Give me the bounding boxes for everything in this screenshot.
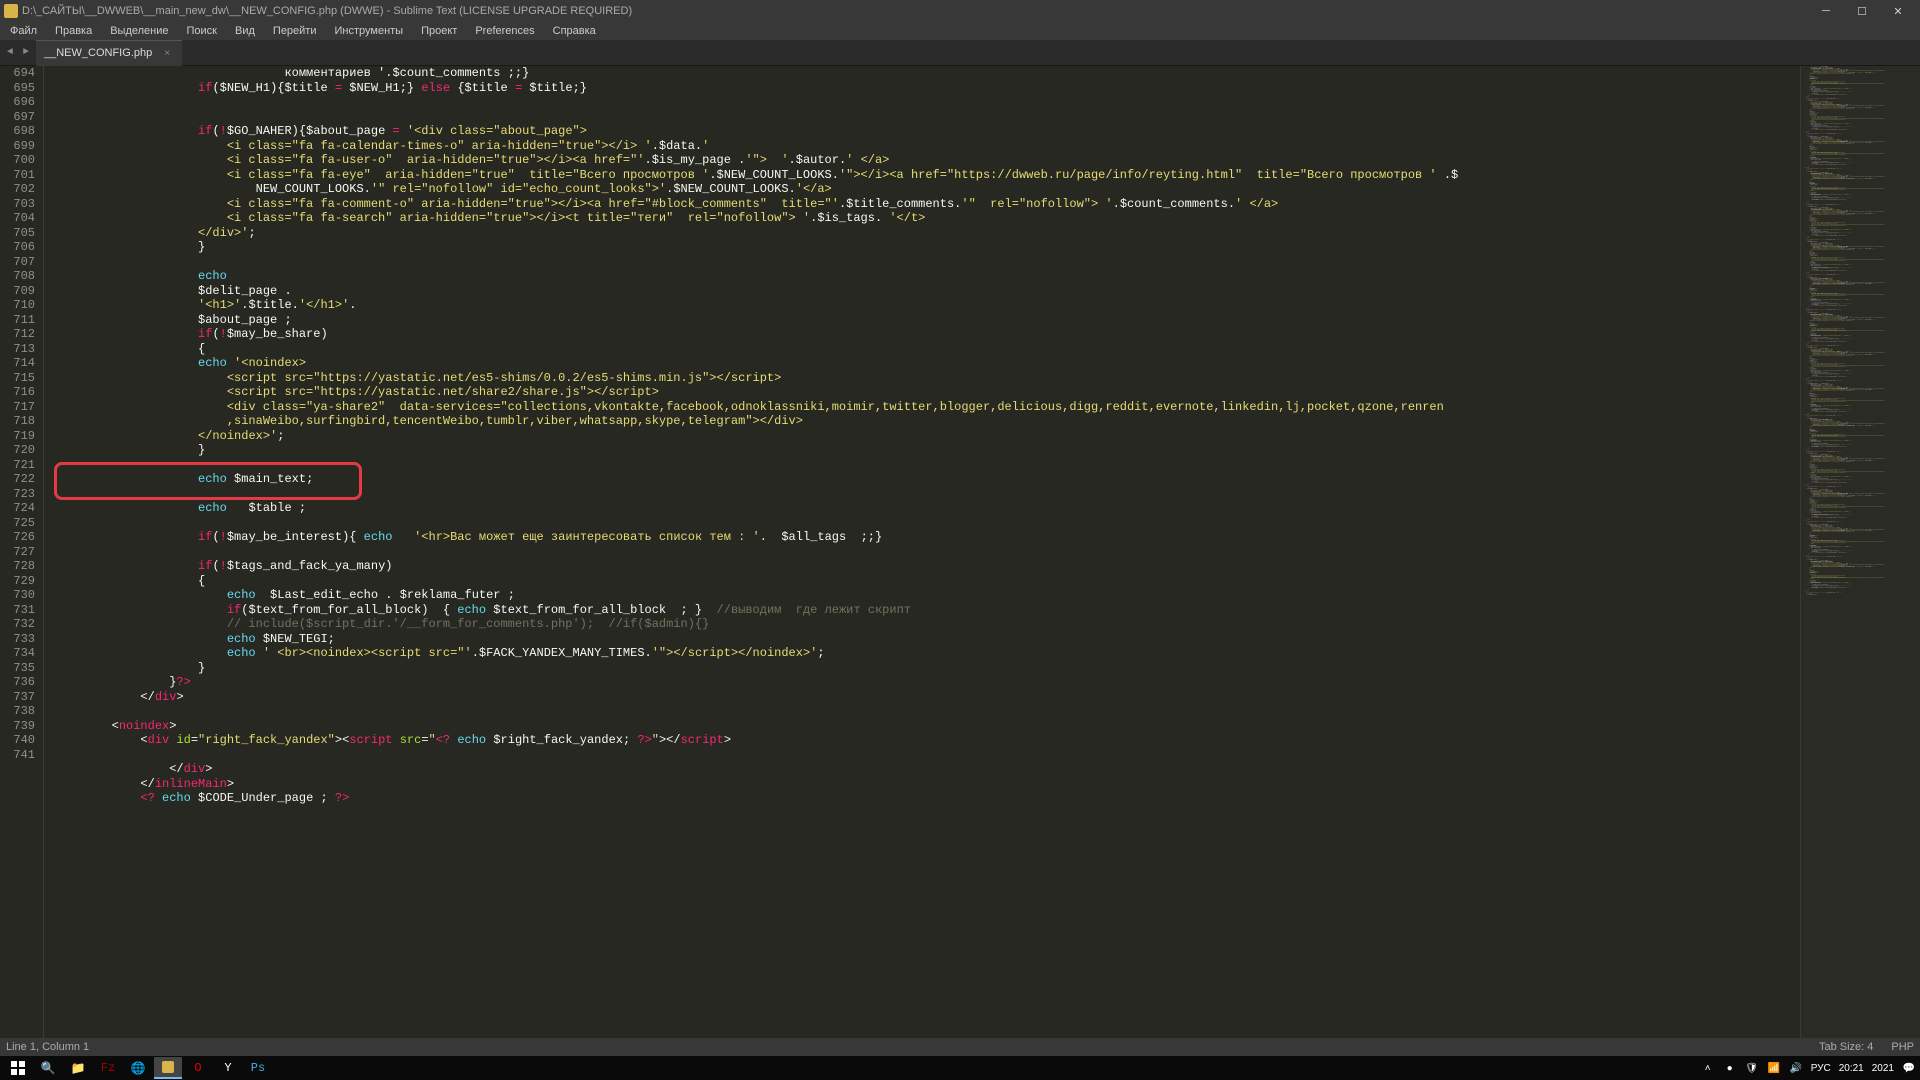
editor[interactable]: 6946956966976986997007017027037047057067… — [0, 66, 1920, 1038]
menu-bar: Файл Правка Выделение Поиск Вид Перейти … — [0, 22, 1920, 40]
menu-goto[interactable]: Перейти — [265, 24, 325, 38]
menu-help[interactable]: Справка — [545, 24, 604, 38]
menu-edit[interactable]: Правка — [47, 24, 100, 38]
tab-label: __NEW_CONFIG.php — [44, 47, 152, 59]
tray-lang[interactable]: РУС — [1811, 1063, 1831, 1074]
tray-notif-icon[interactable]: 💬 — [1902, 1061, 1916, 1075]
tray-network-icon[interactable]: 📶 — [1767, 1061, 1781, 1075]
tray-time[interactable]: 20:21 — [1839, 1063, 1864, 1074]
nav-prev-icon[interactable]: ◄ — [2, 45, 18, 61]
status-tabsize[interactable]: Tab Size: 4 — [1819, 1041, 1873, 1053]
tray-volume-icon[interactable]: 🔊 — [1789, 1061, 1803, 1075]
tab-new-config[interactable]: __NEW_CONFIG.php × — [36, 40, 182, 66]
menu-prefs[interactable]: Preferences — [467, 24, 542, 38]
tab-close-icon[interactable]: × — [160, 48, 174, 59]
menu-project[interactable]: Проект — [413, 24, 465, 38]
close-button[interactable]: ✕ — [1880, 1, 1916, 21]
tab-bar: ◄ ► __NEW_CONFIG.php × — [0, 40, 1920, 66]
opera-icon[interactable]: O — [184, 1057, 212, 1079]
filezilla-icon[interactable]: Fz — [94, 1057, 122, 1079]
start-button[interactable] — [4, 1057, 32, 1079]
menu-find[interactable]: Поиск — [179, 24, 225, 38]
search-icon[interactable]: 🔍 — [34, 1057, 62, 1079]
status-cursor: Line 1, Column 1 — [6, 1041, 89, 1053]
minimap[interactable]: комментариев '.$count_comments ;;} if($N… — [1800, 66, 1920, 1038]
tray-chevron-icon[interactable]: ˄ — [1701, 1061, 1715, 1075]
title-bar: D:\_САЙТЫ\__DWWEB\__main_new_dw\__NEW_CO… — [0, 0, 1920, 22]
menu-selection[interactable]: Выделение — [102, 24, 176, 38]
menu-tools[interactable]: Инструменты — [327, 24, 412, 38]
taskbar: 🔍 📁 Fz 🌐 O Y Ps ˄ ● 🛡 📶 🔊 РУС 20:21 2021… — [0, 1056, 1920, 1080]
nav-next-icon[interactable]: ► — [18, 45, 34, 61]
status-bar: Line 1, Column 1 Tab Size: 4 PHP — [0, 1038, 1920, 1056]
yandex-icon[interactable]: Y — [214, 1057, 242, 1079]
tray-date[interactable]: 2021 — [1872, 1063, 1894, 1074]
menu-file[interactable]: Файл — [2, 24, 45, 38]
chrome-icon[interactable]: 🌐 — [124, 1057, 152, 1079]
window-title: D:\_САЙТЫ\__DWWEB\__main_new_dw\__NEW_CO… — [22, 5, 632, 17]
app-icon — [4, 4, 18, 18]
minimize-button[interactable]: ─ — [1808, 1, 1844, 21]
photoshop-icon[interactable]: Ps — [244, 1057, 272, 1079]
code-area[interactable]: комментариев '.$count_comments ;;} if($N… — [44, 66, 1800, 1038]
file-explorer-icon[interactable]: 📁 — [64, 1057, 92, 1079]
status-lang[interactable]: PHP — [1891, 1041, 1914, 1053]
tray-defender-icon[interactable]: 🛡 — [1745, 1061, 1759, 1075]
maximize-button[interactable]: ☐ — [1844, 1, 1880, 21]
tray-app-icon[interactable]: ● — [1723, 1061, 1737, 1075]
sublime-icon[interactable] — [154, 1057, 182, 1079]
gutter: 6946956966976986997007017027037047057067… — [0, 66, 44, 1038]
menu-view[interactable]: Вид — [227, 24, 263, 38]
